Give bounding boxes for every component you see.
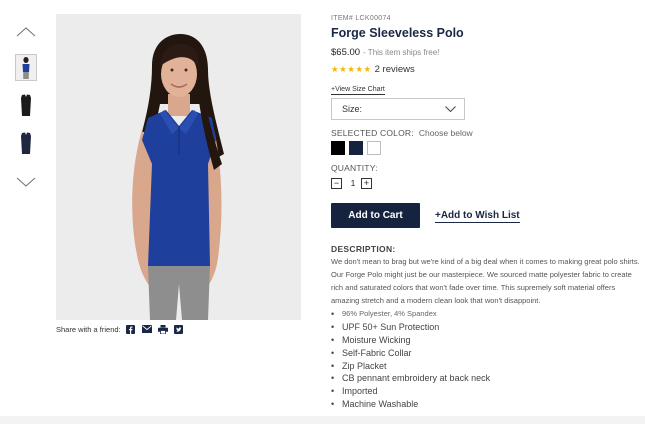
product-title: Forge Sleeveless Polo: [331, 26, 464, 40]
selected-color-value: Choose below: [418, 128, 473, 138]
thumb-navy-polo[interactable]: [15, 130, 37, 157]
product-main-image[interactable]: [56, 14, 301, 320]
thumb-navy-polo-image: [21, 132, 31, 154]
add-to-cart-button[interactable]: Add to Cart: [331, 203, 420, 228]
star-rating-icon: ★★★★★: [331, 64, 372, 74]
shipping-note: - This item ships free!: [363, 48, 440, 57]
feature-item: Moisture Wicking: [331, 334, 631, 347]
quantity-value[interactable]: 1: [347, 178, 359, 189]
feature-list: 96% Polyester, 4% Spandex UPF 50+ Sun Pr…: [331, 308, 631, 411]
quantity-label: QUANTITY:: [331, 163, 378, 173]
selected-color-row: SELECTED COLOR: Choose below: [331, 128, 473, 138]
feature-item: Machine Washable: [331, 398, 631, 411]
swatch-navy[interactable]: [349, 141, 363, 155]
swatch-black[interactable]: [331, 141, 345, 155]
feature-item: Imported: [331, 385, 631, 398]
page-bottom-divider: [0, 416, 645, 424]
thumb-black-polo[interactable]: [15, 92, 37, 119]
thumb-model-image: [16, 55, 36, 80]
product-price: $65.00: [331, 47, 361, 58]
description-heading: DESCRIPTION:: [331, 244, 396, 254]
price-row: $65.00 - This item ships free!: [331, 47, 439, 58]
reviews-link[interactable]: 2 reviews: [375, 64, 415, 75]
email-icon[interactable]: [141, 324, 152, 334]
rating-row[interactable]: ★★★★★ 2 reviews: [331, 64, 415, 75]
swatch-white[interactable]: [367, 141, 381, 155]
selected-color-label: SELECTED COLOR:: [331, 128, 414, 138]
model-wearing-polo-illustration: [56, 14, 301, 320]
feature-item: CB pennant embroidery at back neck: [331, 372, 631, 385]
add-to-wishlist-link[interactable]: +Add to Wish List: [435, 210, 520, 223]
facebook-icon[interactable]: [126, 324, 136, 334]
feature-item: Zip Placket: [331, 360, 631, 373]
quantity-decrease-button[interactable]: −: [331, 178, 342, 189]
size-chart-link[interactable]: +View Size Chart: [331, 85, 385, 95]
quantity-increase-button[interactable]: +: [361, 178, 372, 189]
chevron-down-icon: [16, 177, 36, 187]
size-select-label: Size:: [342, 104, 363, 114]
item-number: ITEM# LCK00074: [331, 15, 391, 22]
size-select[interactable]: Size:: [331, 98, 465, 120]
gallery-prev-arrow[interactable]: [14, 24, 38, 40]
gallery-next-arrow[interactable]: [14, 174, 38, 190]
share-row: Share with a friend:: [56, 324, 190, 334]
chevron-up-icon: [16, 27, 36, 37]
chevron-down-icon: [445, 106, 456, 112]
thumb-model-front[interactable]: [15, 54, 37, 81]
description-text: We don't mean to brag but we're kind of …: [331, 257, 640, 305]
feature-item: 96% Polyester, 4% Spandex: [331, 308, 631, 321]
share-label: Share with a friend:: [56, 324, 121, 334]
print-icon[interactable]: [157, 324, 168, 334]
twitter-icon[interactable]: [174, 324, 184, 334]
feature-item: Self-Fabric Collar: [331, 347, 631, 360]
thumb-black-polo-image: [21, 94, 31, 116]
feature-item: UPF 50+ Sun Protection: [331, 321, 631, 334]
